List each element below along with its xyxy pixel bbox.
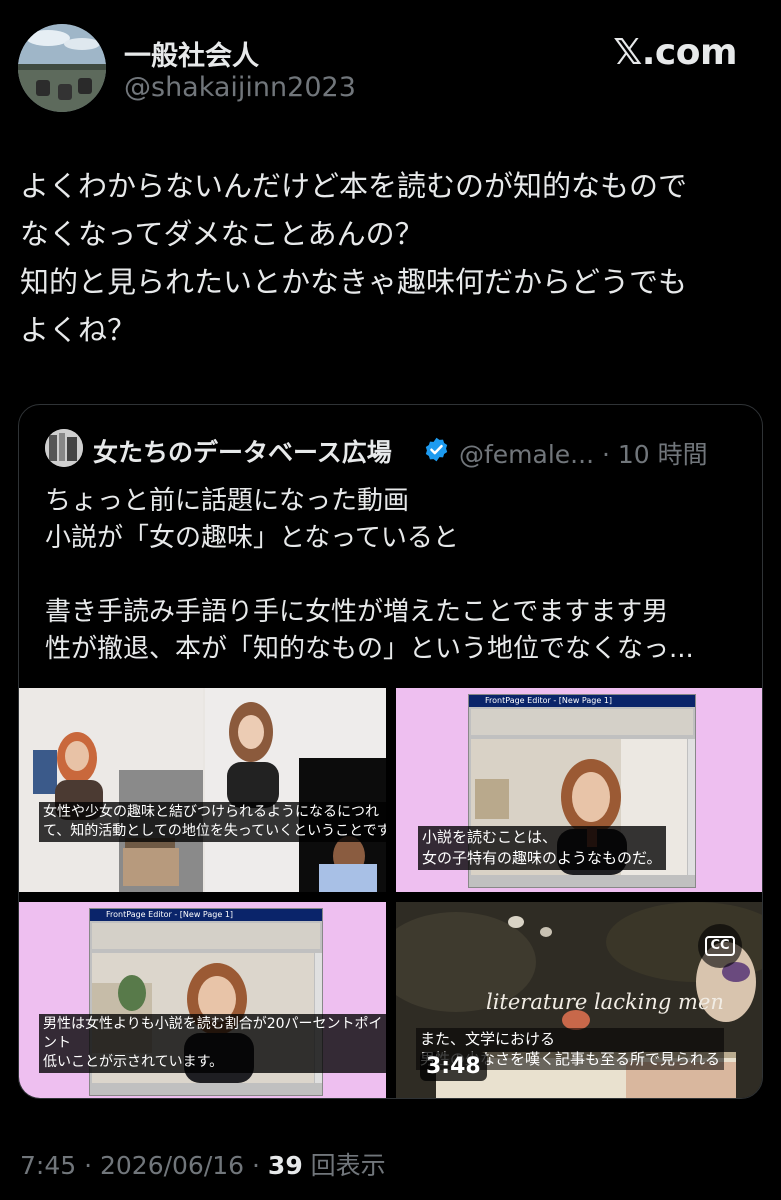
media-tile-2[interactable]: FrontPage Editor - [New Page 1] 小説を読むことは… <box>396 688 762 892</box>
caption-line: 男性は女性よりも小説を読む割合が20パーセントポイ <box>43 1016 383 1032</box>
view-count: 39 <box>267 1151 303 1180</box>
video-caption: 男性は女性よりも小説を読む割合が20パーセントポイ ント 低いことが示されていま… <box>39 1014 386 1073</box>
post-line: よくね？ <box>20 313 137 347</box>
quoted-line <box>45 557 745 594</box>
caption-line: また、文学における <box>420 1030 556 1048</box>
post-header: 一般社会人 @shakaijinn2023 𝕏.com <box>0 0 781 130</box>
post-line: なくなってダメなことあんの？ <box>20 217 424 251</box>
video-caption: 小説を読むことは、 女の子特有の趣味のようなものだ。 <box>418 826 666 870</box>
post-timestamp[interactable]: 7:45 · 2026/06/16 · <box>20 1151 268 1180</box>
closed-captions-button[interactable]: CC <box>698 924 742 968</box>
window-titlebar: FrontPage Editor - [New Page 1] <box>90 909 322 921</box>
quoted-line: ちょっと前に話題になった動画 <box>45 486 410 516</box>
view-count-label: 回表示 <box>302 1151 386 1180</box>
post-meta: 7:45 · 2026/06/16 · 39 回表示 <box>20 1146 386 1182</box>
media-tile-1[interactable]: 女性や少女の趣味と結びつけられるようになるにつれ て、知的活動としての地位を失っ… <box>19 688 386 892</box>
caption-line: て、知的活動としての地位を失っていくということです <box>43 823 386 839</box>
video-overlay-title: literature lacking men <box>486 990 724 1014</box>
post-line: よくわからないんだけど本を読むのが知的なもので <box>20 169 688 203</box>
caption-line: 女性や少女の趣味と結びつけられるようになるにつれ <box>43 804 379 820</box>
window-title: FrontPage Editor - [New Page 1] <box>106 910 234 919</box>
cc-label: CC <box>705 936 735 956</box>
scrollbar <box>688 739 695 875</box>
media-grid: 女性や少女の趣味と結びつけられるようになるにつれ て、知的活動としての地位を失っ… <box>19 688 762 1098</box>
caption-line: 小説を読むことは、 <box>422 828 558 846</box>
post-text: よくわからないんだけど本を読むのが知的なもので なくなってダメなことあんの？ 知… <box>20 162 765 354</box>
quoted-post-header: 女たちのデータベース広場 @female... · 10 時間 <box>19 405 762 485</box>
quoted-post-card[interactable]: 女たちのデータベース広場 @female... · 10 時間 ちょっと前に話題… <box>18 404 763 1099</box>
quoted-handle-time: @female... · 10 時間 <box>459 440 708 469</box>
avatar[interactable] <box>18 24 106 112</box>
quoted-line: 小説が「女の趣味」となっていると <box>45 523 459 553</box>
user-handle[interactable]: @shakaijinn2023 <box>124 72 356 103</box>
window-titlebar: FrontPage Editor - [New Page 1] <box>469 695 695 707</box>
user-display-name[interactable]: 一般社会人 <box>124 34 259 73</box>
caption-line: ント <box>43 1035 71 1051</box>
quoted-line: 性が撤退、本が「知的なもの」という地位でなくなっ... <box>45 634 694 664</box>
video-duration-badge: 3:48 <box>420 1052 487 1081</box>
post-line: 知的と見られたいとかなきゃ趣味何だからどうでも <box>20 265 688 299</box>
caption-line: 低いことが示されています。 <box>43 1054 224 1070</box>
video-caption: 女性や少女の趣味と結びつけられるようになるにつれ て、知的活動としての地位を失っ… <box>39 802 386 842</box>
window-title: FrontPage Editor - [New Page 1] <box>485 696 613 705</box>
media-tile-4[interactable]: literature lacking men CC また、文学における 男性の少… <box>396 902 762 1098</box>
quoted-display-name[interactable]: 女たちのデータベース広場 <box>93 433 392 469</box>
quoted-post-text: ちょっと前に話題になった動画 小説が「女の趣味」となっていると 書き手読み手語り… <box>45 483 745 668</box>
caption-line: 女の子特有の趣味のようなものだ。 <box>422 849 662 867</box>
window-toolbar <box>92 923 320 949</box>
verified-badge-icon <box>425 437 448 462</box>
quoted-avatar[interactable] <box>45 429 83 467</box>
media-tile-3[interactable]: FrontPage Editor - [New Page 1] 男性は女性よりも… <box>19 902 386 1098</box>
quoted-line: 書き手読み手語り手に女性が増えたことでますます男 <box>45 597 669 627</box>
x-logo: 𝕏.com <box>613 32 737 73</box>
window-toolbar <box>471 709 693 735</box>
